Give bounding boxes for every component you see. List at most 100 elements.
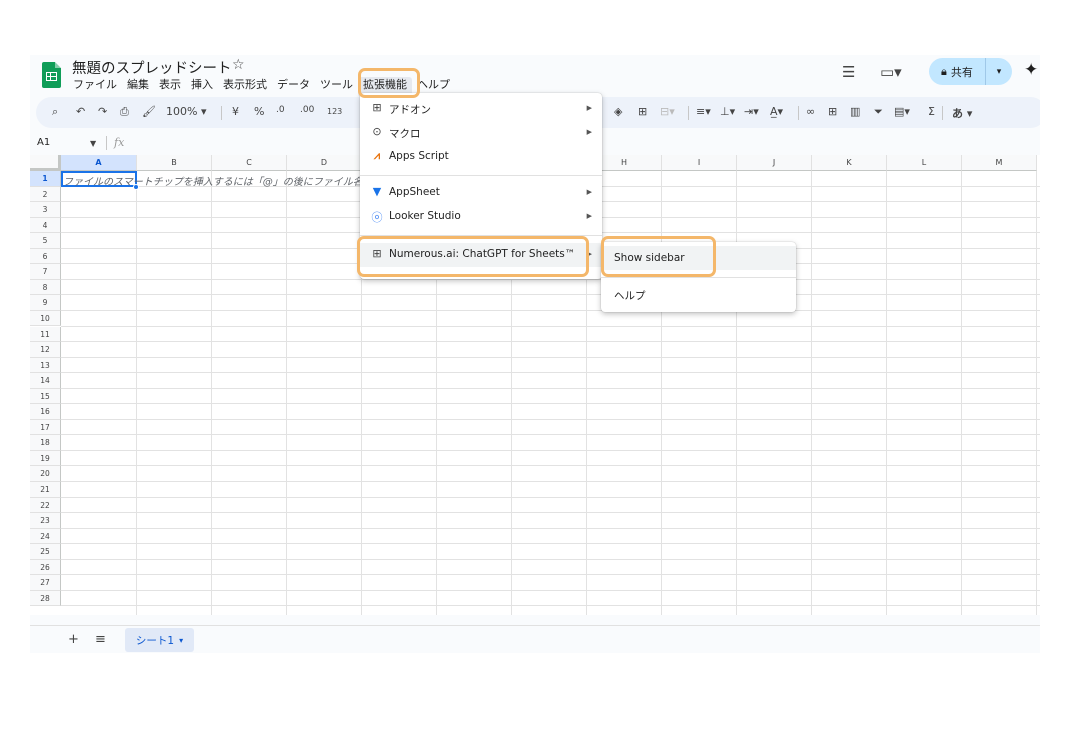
row-header[interactable]: 25: [30, 544, 61, 560]
sheet-tab[interactable]: シート1 ▾: [125, 628, 194, 652]
name-box-dropdown-icon[interactable]: ▼: [90, 139, 96, 148]
row-header[interactable]: 1: [30, 171, 61, 187]
row-header[interactable]: 23: [30, 513, 61, 529]
row-header[interactable]: 24: [30, 528, 61, 545]
comments-icon[interactable]: ☰: [842, 63, 855, 81]
row-header[interactable]: 3: [30, 202, 61, 218]
menu-item-apps-script[interactable]: ⩘ Apps Script: [360, 146, 602, 168]
menu-edit[interactable]: 編集: [122, 77, 154, 97]
number-format-button[interactable]: 123: [327, 107, 342, 116]
select-all-corner[interactable]: [30, 155, 61, 171]
insert-chart-icon[interactable]: ▥: [850, 105, 860, 118]
column-header[interactable]: A: [61, 155, 137, 171]
row-header[interactable]: 12: [30, 342, 61, 358]
row-header[interactable]: 7: [30, 264, 61, 280]
submenu-arrow-icon: ▶: [586, 188, 592, 196]
row-header[interactable]: 27: [30, 575, 61, 591]
row-header[interactable]: 17: [30, 419, 61, 436]
zoom-select[interactable]: 100% ▾: [166, 105, 206, 118]
row-header[interactable]: 15: [30, 388, 61, 405]
row-header[interactable]: 5: [30, 233, 61, 249]
print-icon[interactable]: ⎙: [120, 105, 129, 119]
insert-comment-icon[interactable]: ⊞: [828, 105, 837, 118]
increase-decimal-button[interactable]: .00: [300, 105, 314, 115]
sheet-tab-label: シート1: [135, 634, 175, 647]
column-header[interactable]: D: [287, 155, 362, 171]
search-menus-icon[interactable]: ⌕: [52, 105, 58, 119]
document-title[interactable]: 無題のスプレッドシート: [72, 57, 232, 78]
horizontal-align-icon[interactable]: ≡▾: [696, 105, 711, 118]
percent-format-button[interactable]: %: [254, 105, 264, 118]
input-tools-button[interactable]: あ ▾: [952, 105, 972, 121]
row-header[interactable]: 22: [30, 497, 61, 514]
merge-cells-icon[interactable]: ⊟▾: [660, 105, 675, 118]
row-header[interactable]: 20: [30, 466, 61, 482]
grid-row-line: [61, 605, 1040, 607]
star-icon[interactable]: ☆: [232, 57, 245, 73]
row-header[interactable]: 4: [30, 217, 61, 234]
all-sheets-icon[interactable]: ≡: [95, 632, 106, 647]
paint-format-icon[interactable]: 🖌︎: [142, 105, 156, 118]
column-header[interactable]: I: [662, 155, 737, 171]
menu-insert[interactable]: 挿入: [186, 77, 218, 97]
borders-icon[interactable]: ⊞: [638, 105, 647, 118]
redo-icon[interactable]: ↷: [98, 105, 107, 118]
row-header[interactable]: 11: [30, 326, 61, 343]
grid-row-line: [61, 309, 1040, 311]
row-header[interactable]: 26: [30, 559, 61, 576]
row-header[interactable]: 19: [30, 450, 61, 467]
grid-row-line: [61, 294, 1040, 296]
row-header[interactable]: 6: [30, 248, 61, 265]
menu-file[interactable]: ファイル: [68, 77, 122, 97]
row-header[interactable]: 2: [30, 186, 61, 203]
name-box[interactable]: A1: [37, 137, 50, 148]
insert-link-icon[interactable]: ∞: [806, 105, 815, 118]
currency-format-button[interactable]: ¥: [232, 105, 239, 118]
add-sheet-icon[interactable]: +: [68, 632, 79, 647]
gemini-icon[interactable]: ✦: [1024, 60, 1038, 80]
share-dropdown-icon[interactable]: ▾: [986, 67, 1012, 77]
grid-column-line: [736, 171, 737, 615]
menu-data[interactable]: データ: [272, 77, 315, 97]
menu-item-looker-studio[interactable]: ⓞ Looker Studio ▶: [360, 206, 602, 228]
menu-tools[interactable]: ツール: [315, 77, 358, 97]
text-wrap-icon[interactable]: ⇥▾: [744, 105, 759, 118]
column-header[interactable]: C: [212, 155, 287, 171]
undo-icon[interactable]: ↶: [76, 105, 85, 118]
filter-views-icon[interactable]: ▤▾: [894, 105, 910, 118]
menu-view[interactable]: 表示: [154, 77, 186, 97]
menu-format[interactable]: 表示形式: [218, 77, 272, 97]
fill-color-icon[interactable]: ◈: [614, 105, 622, 118]
decrease-decimal-button[interactable]: .0: [276, 105, 285, 115]
column-header[interactable]: K: [812, 155, 887, 171]
menu-item-appsheet[interactable]: ▼ AppSheet ▶: [360, 182, 602, 204]
row-header[interactable]: 10: [30, 310, 61, 327]
chevron-down-icon[interactable]: ▾: [179, 636, 183, 645]
sheets-logo-icon[interactable]: [42, 62, 61, 88]
column-header[interactable]: J: [737, 155, 812, 171]
text-rotation-icon[interactable]: A̲▾: [770, 105, 783, 118]
column-header[interactable]: L: [887, 155, 962, 171]
row-header[interactable]: 8: [30, 279, 61, 296]
show-sidebar-item[interactable]: Show sidebar: [601, 246, 796, 270]
meet-icon[interactable]: ▭▾: [880, 63, 902, 81]
row-header[interactable]: 18: [30, 435, 61, 451]
row-header[interactable]: 28: [30, 590, 61, 607]
row-header[interactable]: 21: [30, 482, 61, 498]
menu-item-numerous-ai[interactable]: ⊞ Numerous.ai: ChatGPT for Sheets™ ▶: [360, 243, 602, 267]
functions-icon[interactable]: Σ: [928, 105, 935, 118]
column-header[interactable]: M: [962, 155, 1037, 171]
vertical-align-icon[interactable]: ⊥▾: [720, 105, 735, 118]
filter-icon[interactable]: ⏷: [874, 105, 883, 119]
submenu-help-item[interactable]: ヘルプ: [601, 282, 796, 306]
row-header[interactable]: 16: [30, 404, 61, 420]
row-header[interactable]: 14: [30, 373, 61, 389]
share-button[interactable]: 🔒︎ 共有 ▾: [929, 58, 1012, 85]
grid-row-line: [61, 589, 1040, 591]
column-header[interactable]: B: [137, 155, 212, 171]
menu-item-addons[interactable]: ⊞ アドオン ▶: [360, 98, 602, 120]
row-header[interactable]: 9: [30, 295, 61, 311]
fx-icon: fx: [114, 136, 125, 149]
menu-item-macros[interactable]: ⊙ マクロ ▶: [360, 122, 602, 144]
row-header[interactable]: 13: [30, 357, 61, 374]
